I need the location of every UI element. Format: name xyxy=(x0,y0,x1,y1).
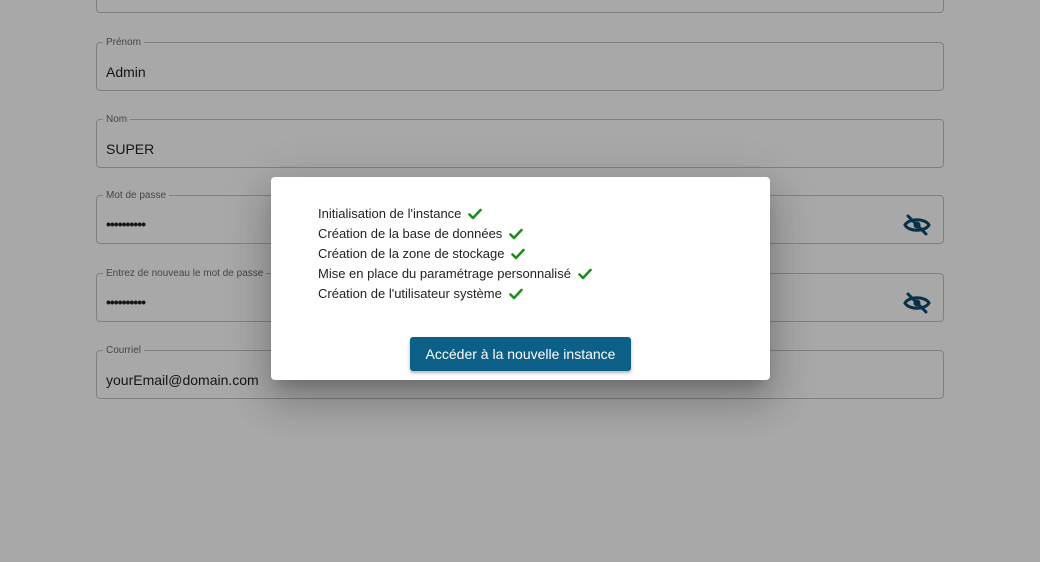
step-label: Mise en place du paramétrage personnalis… xyxy=(318,266,571,281)
step-label: Initialisation de l'instance xyxy=(318,206,462,221)
checkmark-icon xyxy=(509,288,523,300)
step-item: Création de la zone de stockage xyxy=(318,244,592,264)
checkmark-icon xyxy=(468,208,483,220)
checkmark-icon xyxy=(578,268,592,280)
step-label: Création de l'utilisateur système xyxy=(318,286,502,301)
progress-steps: Initialisation de l'instance Création de… xyxy=(318,204,592,304)
step-item: Initialisation de l'instance xyxy=(318,204,592,224)
open-new-instance-button[interactable]: Accéder à la nouvelle instance xyxy=(410,337,631,371)
step-label: Création de la base de données xyxy=(318,226,503,241)
instance-creation-dialog: Initialisation de l'instance Création de… xyxy=(271,177,770,380)
step-item: Création de la base de données xyxy=(318,224,592,244)
step-item: Création de l'utilisateur système xyxy=(318,284,592,304)
step-item: Mise en place du paramétrage personnalis… xyxy=(318,264,592,284)
step-label: Création de la zone de stockage xyxy=(318,246,505,261)
checkmark-icon xyxy=(509,228,524,240)
checkmark-icon xyxy=(511,248,526,260)
